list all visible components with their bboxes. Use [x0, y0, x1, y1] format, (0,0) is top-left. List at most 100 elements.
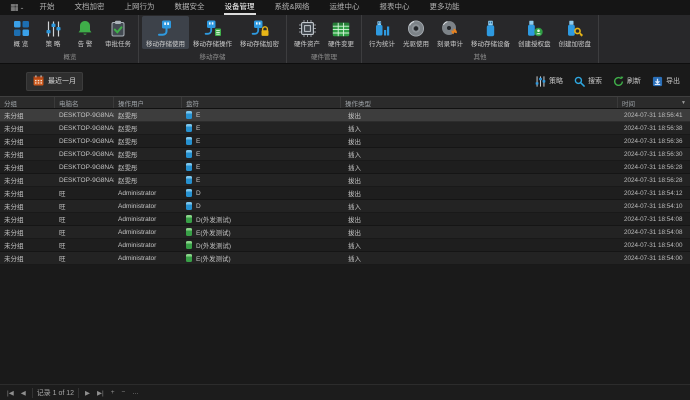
export-label: 导出	[666, 76, 680, 86]
cell-action: 拔出	[341, 214, 618, 224]
ribbon-group-label: 概览	[5, 49, 135, 64]
usb-plug-operate-icon	[203, 18, 222, 37]
cell-time: 2024-07-31 18:56:36	[618, 138, 690, 145]
next-record-button[interactable]: ▶	[84, 389, 91, 397]
ribbon-button-disc-burn[interactable]: 刻录审计	[433, 16, 467, 49]
more-records-button[interactable]: …	[131, 389, 140, 397]
prev-record-button[interactable]: ◀	[20, 389, 27, 397]
table-row[interactable]: 未分组旺AdministratorD拔出2024-07-31 18:54:12	[0, 187, 690, 200]
ribbon-button-label: 移动存储加密	[240, 38, 279, 48]
cell-time: 2024-07-31 18:56:30	[618, 151, 690, 158]
cell-drive: D	[182, 202, 341, 210]
ribbon-button-usb-plug-operate[interactable]: 移动存储操作	[189, 16, 236, 49]
ribbon-button-usb-plug[interactable]: 移动存储使用	[142, 16, 189, 49]
ribbon-button-usb-stick[interactable]: 移动存储设备	[467, 16, 514, 49]
export-button[interactable]: 导出	[652, 76, 680, 87]
column-header-label: 盘符	[186, 98, 199, 108]
table-row[interactable]: 未分组旺AdministratorE(外发测试)拔出2024-07-31 18:…	[0, 226, 690, 239]
table-row[interactable]: 未分组旺AdministratorE(外发测试)插入2024-07-31 18:…	[0, 252, 690, 265]
ribbon-button-bell[interactable]: 告 警	[69, 16, 101, 49]
table-row[interactable]: 未分组DESKTOP-9G8NA80赵雯彤E插入2024-07-31 18:56…	[0, 161, 690, 174]
column-header-3[interactable]: 操作用户	[114, 97, 182, 108]
ribbon-button-clipboard-check[interactable]: 审批任务	[101, 16, 135, 49]
ribbon-button-label: 移动存储使用	[146, 38, 185, 48]
bell-icon	[77, 18, 93, 37]
ribbon-button-table-green[interactable]: 硬件变更	[324, 16, 358, 49]
usb-plug-icon	[156, 18, 175, 37]
column-header-2[interactable]: 电脑名	[55, 97, 114, 108]
ribbon-group-label: 硬件管理	[290, 49, 358, 64]
table-row[interactable]: 未分组DESKTOP-9G8NA80赵雯彤E拔出2024-07-31 18:56…	[0, 174, 690, 187]
disc-burn-icon	[441, 18, 459, 37]
cell-time: 2024-07-31 18:56:38	[618, 125, 690, 132]
cell-user: Administrator	[114, 190, 182, 197]
cell-user: 赵雯彤	[114, 136, 182, 146]
column-header-6[interactable]: 时间▼	[618, 97, 690, 108]
table-header: 分组电脑名 操作用户 盘符 操作类型时间▼	[0, 96, 690, 109]
column-header-label: 时间	[622, 98, 635, 108]
search-button[interactable]: 搜索	[574, 76, 602, 87]
cell-time: 2024-07-31 18:56:28	[618, 164, 690, 171]
ribbon-button-grid[interactable]: 概 览	[5, 16, 37, 49]
cell-drive: E	[182, 137, 341, 145]
refresh-button[interactable]: 刷新	[613, 76, 641, 87]
column-header-5[interactable]: 操作类型	[341, 97, 618, 108]
cell-user: Administrator	[114, 255, 182, 262]
table-row[interactable]: 未分组旺AdministratorD(外发测试)插入2024-07-31 18:…	[0, 239, 690, 252]
last-record-button[interactable]: ▶|	[96, 389, 105, 397]
menu-item-4[interactable]: 数据安全	[174, 0, 206, 15]
cell-computer: DESKTOP-9G8NA80	[55, 151, 114, 158]
cell-computer: 旺	[55, 253, 114, 263]
table-row[interactable]: 未分组DESKTOP-9G8NA80赵雯彤E插入2024-07-31 18:56…	[0, 122, 690, 135]
ribbon-group-label: 其他	[365, 49, 595, 64]
calendar-icon	[33, 75, 44, 88]
content-toolbar: 最近一月 策略 搜索刷新 导出	[0, 68, 690, 94]
ribbon-button-usb-lock[interactable]: 移动存储加密	[236, 16, 283, 49]
column-header-1[interactable]: 分组	[0, 97, 55, 108]
table-row[interactable]: 未分组旺AdministratorD(外发测试)拔出2024-07-31 18:…	[0, 213, 690, 226]
delete-record-button[interactable]: −	[121, 389, 127, 397]
ribbon-button-usb-key[interactable]: 创建加密盘	[555, 16, 596, 49]
ribbon-button-disc[interactable]: 光驱使用	[399, 16, 433, 49]
menu-item-3[interactable]: 上网行为	[124, 0, 156, 15]
menu-item-1[interactable]: 开始	[39, 0, 56, 15]
cell-group: 未分组	[0, 240, 55, 250]
ribbon-button-sliders[interactable]: 策 略	[37, 16, 69, 49]
cell-drive: E(外发测试)	[182, 253, 341, 263]
first-record-button[interactable]: |◀	[6, 389, 15, 397]
menu-item-7[interactable]: 运维中心	[329, 0, 361, 15]
cell-action: 插入	[341, 240, 618, 250]
sliders-icon	[46, 18, 61, 37]
ribbon-button-label: 策 略	[46, 38, 61, 48]
table-row[interactable]: 未分组DESKTOP-9G8NA80赵雯彤E插入2024-07-31 18:56…	[0, 148, 690, 161]
menu-item-5-active[interactable]: 设备管理	[224, 0, 256, 15]
table-row[interactable]: 未分组DESKTOP-9G8NA80赵雯彤E拔出2024-07-31 18:56…	[0, 109, 690, 122]
app-menu-button[interactable]: ▦-	[4, 0, 30, 15]
table-row[interactable]: 未分组DESKTOP-9G8NA80赵雯彤E拔出2024-07-31 18:56…	[0, 135, 690, 148]
menu-item-2[interactable]: 文档加密	[74, 0, 106, 15]
column-header-label: 电脑名	[59, 98, 79, 108]
usb-green-drive-icon	[186, 215, 192, 223]
device-management-console-window: ▦- 开始 文档加密 上网行为 数据安全 设备管理 系统&网络 运维中心 报表中心 更多功能 概…	[0, 0, 690, 400]
policy-button[interactable]: 策略	[535, 76, 563, 87]
table-row[interactable]: 未分组旺AdministratorD插入2024-07-31 18:54:10	[0, 200, 690, 213]
drive-letter: E	[196, 177, 200, 184]
cell-user: Administrator	[114, 216, 182, 223]
cell-user: 赵雯彤	[114, 123, 182, 133]
cell-drive: E(外发测试)	[182, 227, 341, 237]
date-range-filter-button[interactable]: 最近一月	[26, 72, 83, 91]
ribbon-button-label: 创建加密盘	[559, 38, 592, 48]
menu-item-8[interactable]: 报表中心	[379, 0, 411, 15]
column-header-4[interactable]: 盘符	[182, 97, 341, 108]
ribbon-button-usb-chart[interactable]: 行为统计	[365, 16, 399, 49]
ribbon-button-chip[interactable]: 硬件资产	[290, 16, 324, 49]
column-header-label: 操作用户	[118, 98, 144, 108]
menu-item-9[interactable]: 更多功能	[429, 0, 461, 15]
usb-green-drive-icon	[186, 241, 192, 249]
drive-letter: E	[196, 125, 200, 132]
append-record-button[interactable]: +	[110, 389, 116, 397]
menu-item-6[interactable]: 系统&网络	[274, 0, 311, 15]
cell-group: 未分组	[0, 136, 55, 146]
ribbon-button-usb-auth[interactable]: 创建授权盘	[514, 16, 555, 49]
policy-label: 策略	[549, 76, 563, 86]
